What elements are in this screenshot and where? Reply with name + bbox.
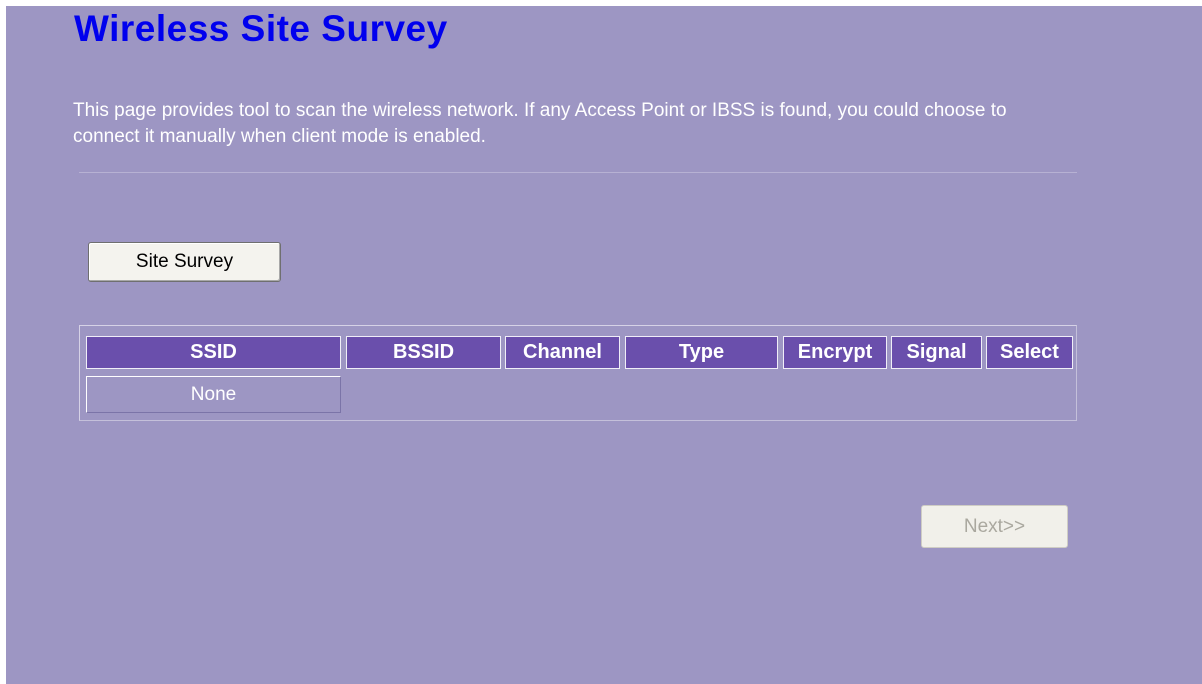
column-header-encrypt: Encrypt	[783, 336, 887, 369]
next-button[interactable]: Next>>	[921, 505, 1068, 548]
column-header-channel: Channel	[505, 336, 620, 369]
column-header-type: Type	[625, 336, 778, 369]
wireless-site-survey-page: Wireless Site Survey This page provides …	[6, 6, 1202, 684]
page-description: This page provides tool to scan the wire…	[73, 100, 1007, 147]
site-survey-button[interactable]: Site Survey	[88, 242, 281, 282]
survey-results-table: SSID BSSID Channel Type Encrypt Signal S…	[79, 325, 1077, 421]
column-header-ssid: SSID	[86, 336, 341, 369]
table-row-ssid-cell: None	[86, 376, 341, 413]
column-header-select: Select	[986, 336, 1073, 369]
divider	[79, 172, 1077, 173]
column-header-bssid: BSSID	[346, 336, 501, 369]
page-title: Wireless Site Survey	[74, 8, 448, 49]
column-header-signal: Signal	[891, 336, 982, 369]
